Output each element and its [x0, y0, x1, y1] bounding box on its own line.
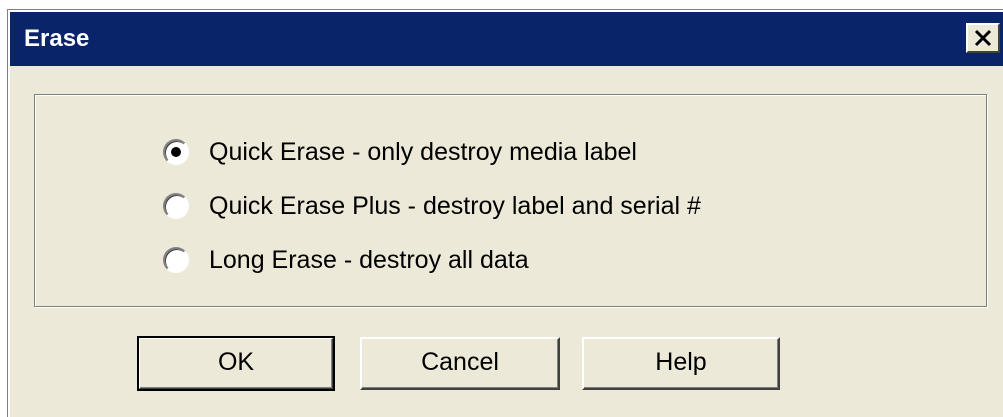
close-x-icon: [974, 29, 992, 47]
cancel-button[interactable]: Cancel: [360, 337, 560, 390]
ok-button[interactable]: OK: [137, 336, 335, 391]
erase-options-group: Quick Erase - only destroy media label Q…: [34, 94, 987, 307]
close-button[interactable]: [966, 23, 1000, 53]
radio-button[interactable]: [163, 139, 189, 165]
radio-selected-dot: [171, 147, 181, 157]
radio-long-erase[interactable]: Long Erase - destroy all data: [163, 243, 863, 279]
help-button[interactable]: Help: [582, 337, 780, 390]
radio-button[interactable]: [163, 193, 189, 219]
title-bar[interactable]: Erase: [10, 12, 1003, 66]
radio-quick-erase[interactable]: Quick Erase - only destroy media label: [163, 135, 863, 171]
radio-label: Quick Erase Plus - destroy label and ser…: [209, 192, 701, 220]
radio-label: Long Erase - destroy all data: [209, 246, 529, 274]
radio-quick-erase-plus[interactable]: Quick Erase Plus - destroy label and ser…: [163, 189, 863, 225]
erase-dialog: Erase Quick Erase - only destroy media l…: [7, 9, 1003, 417]
dialog-title: Erase: [24, 25, 90, 52]
radio-button[interactable]: [163, 247, 189, 273]
radio-label: Quick Erase - only destroy media label: [209, 138, 637, 166]
